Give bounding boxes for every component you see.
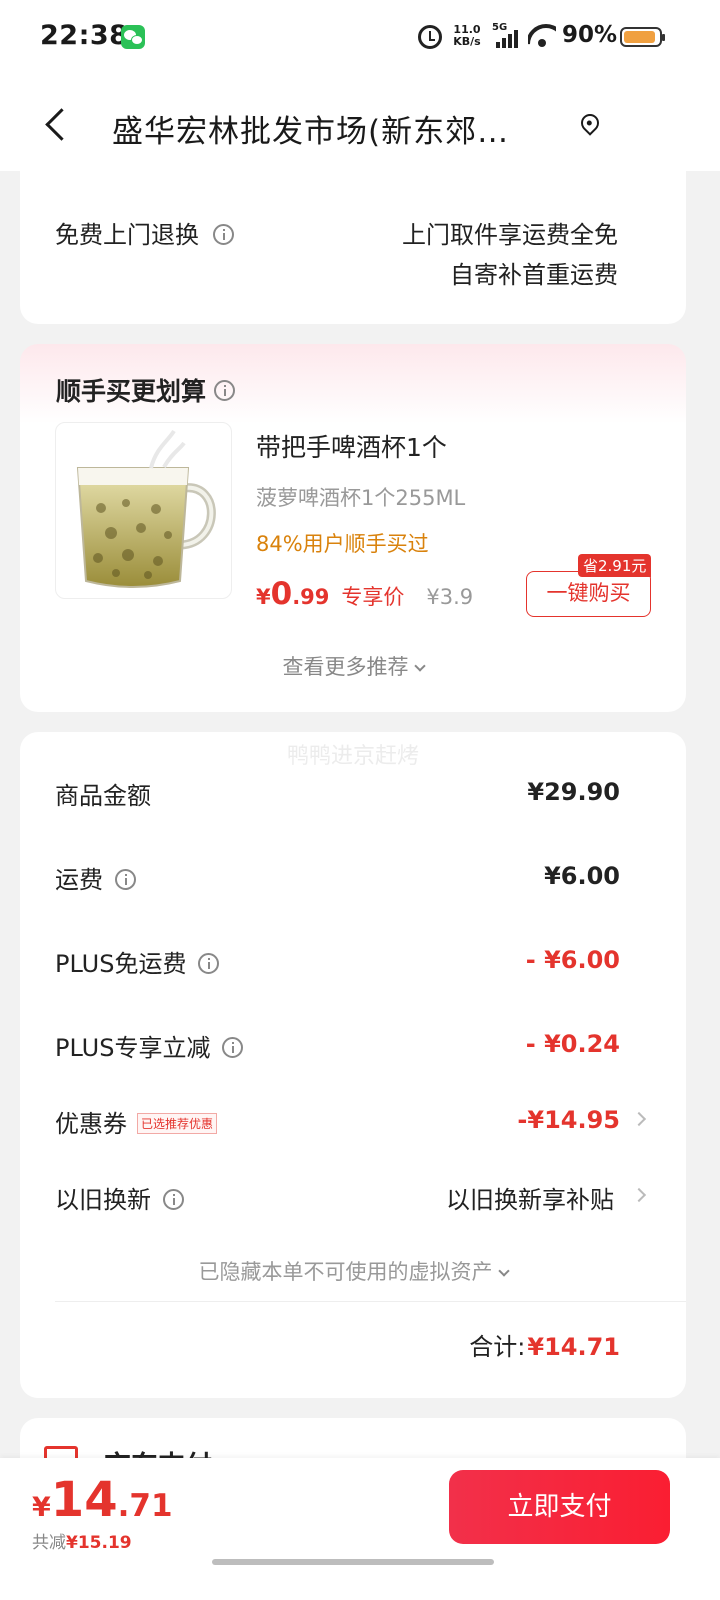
pay-now-button[interactable]: 立即支付 <box>449 1470 670 1544</box>
free-return-card: 免费上门退换 上门取件享运费全免 自寄补首重运费 <box>20 171 686 324</box>
goods-amount-label: 商品金额 <box>55 782 151 810</box>
upsell-title-row: 顺手买更划算 <box>56 372 236 408</box>
upsell-card: 顺手买更划算 带把手啤酒杯1个 菠萝啤酒杯1个255ML 84%用户顺手买过 ¥… <box>20 344 686 712</box>
product-name[interactable]: 带把手啤酒杯1个 <box>256 428 447 464</box>
free-return-row: 免费上门退换 <box>55 215 234 250</box>
info-icon[interactable] <box>213 223 234 245</box>
signal-icon <box>496 30 520 48</box>
product-price-row: ¥0.99 专享价 ¥3.9 <box>256 576 473 612</box>
save-badge: 省2.91元 <box>578 554 652 577</box>
status-bar: 22:38 11.0 KB/s 5G 90% <box>0 0 720 76</box>
more-recommendations-label: 查看更多推荐 <box>282 655 409 679</box>
status-time: 22:38 <box>40 20 129 51</box>
wechat-icon <box>121 25 145 49</box>
wifi-icon <box>528 22 556 48</box>
original-price: ¥3.9 <box>426 585 474 609</box>
battery-icon <box>620 27 665 47</box>
coupon-label: 优惠券 <box>55 1110 127 1138</box>
plus-free-shipping-value: - ¥6.00 <box>525 946 620 974</box>
product-bought-stat: 84%用户顺手买过 <box>256 532 429 556</box>
net-speed-unit: KB/s <box>453 35 481 48</box>
plus-free-shipping-row: PLUS免运费 <box>55 944 220 979</box>
divider <box>55 1301 686 1302</box>
return-pickup-text: 上门取件享运费全免 <box>402 221 618 249</box>
total-label: 合计: <box>469 1333 526 1361</box>
chevron-right-icon[interactable] <box>631 1187 647 1203</box>
price-integer: 0 <box>270 576 293 612</box>
location-pin-icon[interactable] <box>577 110 603 136</box>
return-self-send-text: 自寄补首重运费 <box>450 261 618 289</box>
beer-mug-image[interactable] <box>55 422 232 599</box>
total-value: ¥14.71 <box>527 1333 620 1361</box>
shipping-label: 运费 <box>55 866 103 894</box>
price-symbol: ¥ <box>256 585 271 609</box>
header: 盛华宏林批发市场(新东郊… <box>0 76 720 171</box>
free-return-label: 免费上门退换 <box>55 221 199 249</box>
upsell-title: 顺手买更划算 <box>56 377 207 406</box>
total-row: 合计:¥14.71 <box>469 1327 620 1362</box>
trade-in-label: 以旧换新 <box>55 1186 151 1214</box>
info-icon[interactable] <box>198 952 220 974</box>
total-saved-value: ¥15.19 <box>66 1533 132 1553</box>
coupon-row[interactable]: 优惠券 已选推荐优惠 <box>55 1104 218 1139</box>
hidden-assets-label: 已隐藏本单不可使用的虚拟资产 <box>198 1260 493 1284</box>
plus-discount-value: - ¥0.24 <box>525 1030 620 1058</box>
coupon-selected-tag: 已选推荐优惠 <box>137 1113 218 1134</box>
final-price: ¥14.71 <box>32 1472 173 1528</box>
watermark: 鸭鸭进京赶烤 <box>286 744 419 769</box>
order-summary-card: 鸭鸭进京赶烤 商品金额 ¥29.90 运费 ¥6.00 PLUS免运费 - ¥6… <box>20 732 686 1398</box>
trade-in-row[interactable]: 以旧换新 <box>55 1180 184 1215</box>
plus-discount-label: PLUS专享立减 <box>55 1034 211 1062</box>
goods-amount-value: ¥29.90 <box>527 778 620 806</box>
info-icon[interactable] <box>163 1188 184 1210</box>
home-indicator[interactable] <box>212 1559 494 1565</box>
exclusive-price-tag: 专享价 <box>341 585 405 609</box>
plus-free-shipping-label: PLUS免运费 <box>55 950 187 978</box>
info-icon[interactable] <box>214 380 236 401</box>
net-speed: 11.0 KB/s <box>452 24 482 48</box>
chevron-down-icon <box>497 1265 510 1277</box>
checkout-bar: ¥14.71 共减¥15.19 立即支付 <box>0 1458 720 1600</box>
total-saved-label: 共减 <box>32 1533 66 1553</box>
total-saved: 共减¥15.19 <box>32 1528 132 1553</box>
one-click-buy-button[interactable]: 一键购买 <box>526 571 651 617</box>
info-icon[interactable] <box>222 1036 244 1058</box>
more-recommendations-link[interactable]: 查看更多推荐 <box>20 651 686 681</box>
info-icon[interactable] <box>115 868 136 890</box>
alarm-icon <box>418 25 442 49</box>
final-price-integer: 14 <box>50 1472 118 1528</box>
hidden-assets-toggle[interactable]: 已隐藏本单不可使用的虚拟资产 <box>20 1256 686 1286</box>
product-spec: 菠萝啤酒杯1个255ML <box>256 486 466 510</box>
trade-in-value[interactable]: 以旧换新享补贴 <box>446 1180 614 1215</box>
final-price-decimal: .71 <box>117 1488 173 1524</box>
plus-discount-row: PLUS专享立减 <box>55 1028 244 1063</box>
price-decimal: .99 <box>292 585 330 609</box>
chevron-down-icon <box>413 660 426 672</box>
battery-percent: 90% <box>562 22 618 48</box>
store-title[interactable]: 盛华宏林批发市场(新东郊… <box>112 106 552 151</box>
final-price-symbol: ¥ <box>32 1492 51 1523</box>
coupon-value[interactable]: -¥14.95 <box>517 1106 620 1134</box>
back-icon[interactable] <box>42 103 72 143</box>
shipping-row: 运费 <box>55 860 136 895</box>
chevron-right-icon[interactable] <box>631 1111 647 1127</box>
shipping-value: ¥6.00 <box>544 862 620 890</box>
